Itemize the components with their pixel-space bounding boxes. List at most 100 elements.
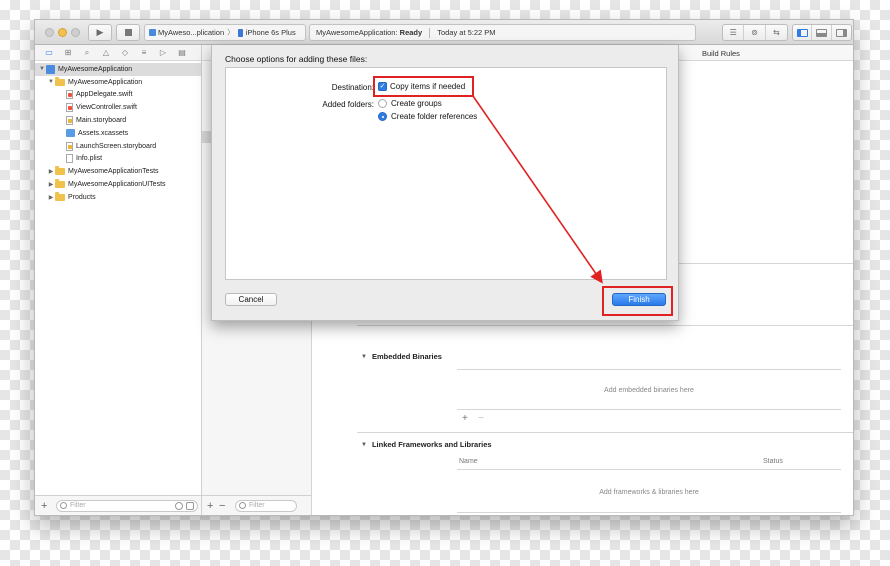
tree-project-row[interactable]: ▼ MyAwesomeApplication <box>35 63 201 76</box>
annotation-highlight-finish <box>602 286 673 316</box>
create-folder-references-radio[interactable]: Create folder references <box>378 112 477 121</box>
filter-icon <box>239 502 246 509</box>
window-minimize-button[interactable] <box>58 28 67 37</box>
sheet-title: Choose options for adding these files: <box>225 54 368 64</box>
tree-label: Info.plist <box>76 155 103 163</box>
disclosure-closed-icon[interactable]: ▶ <box>47 181 55 188</box>
tree-label: MyAwesomeApplication <box>58 65 133 73</box>
tree-file-row[interactable]: Info.plist <box>35 153 201 166</box>
window-zoom-button[interactable] <box>71 28 80 37</box>
disclosure-open-icon[interactable]: ▼ <box>38 66 46 72</box>
filter-icon <box>60 502 67 509</box>
add-embedded-button[interactable]: + <box>462 413 468 424</box>
debug-icon[interactable]: ≡ <box>138 48 150 57</box>
annotation-highlight-copy-items <box>373 76 474 97</box>
linked-frameworks-header[interactable]: ▼ Linked Frameworks and Libraries <box>361 440 492 449</box>
navigator-toggle[interactable] <box>793 25 813 40</box>
remove-embedded-button[interactable]: − <box>478 413 484 424</box>
tree-group-row[interactable]: ▶ MyAwesomeApplicationTests <box>35 165 201 178</box>
debug-toggle[interactable] <box>812 25 832 40</box>
tree-label: LaunchScreen.storyboard <box>76 142 157 150</box>
activity-status: MyAwesomeApplication: Ready Today at 5:2… <box>309 24 696 41</box>
warning-icon[interactable]: △ <box>100 48 112 57</box>
tree-file-row[interactable]: Assets.xcassets <box>35 127 201 140</box>
report-icon[interactable]: ▤ <box>176 48 188 57</box>
tree-group-row[interactable]: ▶ Products <box>35 191 201 204</box>
version-editor-icon[interactable]: ⇆ <box>766 25 787 40</box>
standard-editor-icon[interactable]: ☰ <box>723 25 745 40</box>
search-icon[interactable]: ⌕ <box>81 48 93 58</box>
recent-files-icon[interactable] <box>175 501 183 510</box>
column-name[interactable]: Name <box>459 458 478 465</box>
tree-label: ViewController.swift <box>76 104 137 112</box>
window-close-button[interactable] <box>45 28 54 37</box>
destination-label: Destination: <box>331 83 374 92</box>
scheme-selector[interactable]: MyAweso...plication 〉 iPhone 6s Plus <box>144 24 306 41</box>
table-header-line <box>457 469 841 470</box>
stop-button[interactable] <box>116 24 140 41</box>
status-divider <box>429 27 431 38</box>
add-file-button[interactable]: + <box>41 500 53 512</box>
folder-icon <box>55 191 65 201</box>
divider <box>357 432 853 433</box>
tree-label: Assets.xcassets <box>78 129 129 137</box>
test-icon[interactable]: ◇ <box>119 48 131 57</box>
target-filter-input[interactable]: Filter <box>235 499 297 512</box>
remove-target-button[interactable]: − <box>219 500 231 512</box>
tree-file-row[interactable]: ViewController.swift <box>35 101 201 114</box>
pane-toggle-group <box>792 24 852 41</box>
tree-file-row[interactable]: AppDelegate.swift <box>35 89 201 102</box>
disclosure-closed-icon[interactable]: ▶ <box>47 168 55 175</box>
tree-file-row[interactable]: Main.storyboard <box>35 114 201 127</box>
filter-placeholder: Filter <box>249 502 265 509</box>
column-status[interactable]: Status <box>763 458 783 465</box>
assistant-editor-icon[interactable]: ⊚ <box>744 25 766 40</box>
tab-build-rules[interactable]: Build Rules <box>702 49 740 58</box>
utilities-toggle[interactable] <box>832 25 851 40</box>
navigator-footer: + Filter <box>35 495 201 515</box>
tree-file-row[interactable]: LaunchScreen.storyboard <box>35 140 201 153</box>
tree-group-row[interactable]: ▼ MyAwesomeApplication <box>35 76 201 89</box>
add-target-button[interactable]: + <box>207 500 219 512</box>
file-tree: ▼ MyAwesomeApplication ▼ MyAwesomeApplic… <box>35 61 201 204</box>
folder-icon <box>55 166 65 176</box>
navigator-filter-input[interactable]: Filter <box>56 499 198 512</box>
disclosure-open-icon[interactable]: ▼ <box>361 354 367 360</box>
target-list-footer: + − Filter <box>202 495 311 515</box>
folder-icon <box>55 76 65 86</box>
section-title: Linked Frameworks and Libraries <box>371 440 492 449</box>
embedded-binaries-header[interactable]: ▼ Embedded Binaries <box>361 352 442 361</box>
scm-status-icon[interactable] <box>186 501 194 510</box>
divider <box>357 325 853 326</box>
scheme-separator: 〉 <box>227 28 235 37</box>
disclosure-open-icon[interactable]: ▼ <box>47 79 55 85</box>
plist-file-icon <box>66 154 73 164</box>
play-icon: ▶ <box>96 27 104 37</box>
tree-label: MyAwesomeApplication <box>68 78 143 86</box>
symbol-icon[interactable]: ⊞ <box>62 48 74 57</box>
tree-group-row[interactable]: ▶ MyAwesomeApplicationUITests <box>35 178 201 191</box>
section-title: Embedded Binaries <box>371 352 442 361</box>
table-bottom-line <box>457 512 841 513</box>
device-icon <box>237 28 243 37</box>
breakpoint-icon[interactable]: ▷ <box>157 48 169 57</box>
cancel-button[interactable]: Cancel <box>225 293 277 306</box>
left-pane-icon <box>796 28 808 37</box>
project-navigator: ▭ ⊞ ⌕ △ ◇ ≡ ▷ ▤ ▼ MyAwesomeApplication ▼… <box>35 45 202 515</box>
disclosure-closed-icon[interactable]: ▶ <box>47 194 55 201</box>
tree-label: MyAwesomeApplicationUITests <box>68 181 166 189</box>
status-time: Today at 5:22 PM <box>437 28 496 37</box>
stop-icon <box>124 29 132 36</box>
scheme-name: MyAweso...plication <box>158 28 225 37</box>
swift-file-icon <box>66 90 73 100</box>
linked-empty-message: Add frameworks & libraries here <box>599 489 699 496</box>
scheme-device: iPhone 6s Plus <box>245 28 296 37</box>
run-button[interactable]: ▶ <box>88 24 112 41</box>
right-pane-icon <box>835 28 847 37</box>
radio-off-icon <box>378 99 387 108</box>
disclosure-open-icon[interactable]: ▼ <box>361 442 367 448</box>
status-state: Ready <box>399 28 423 37</box>
folder-icon[interactable]: ▭ <box>43 48 55 57</box>
navigator-tabs: ▭ ⊞ ⌕ △ ◇ ≡ ▷ ▤ <box>35 45 201 61</box>
create-groups-radio[interactable]: Create groups <box>378 99 442 108</box>
